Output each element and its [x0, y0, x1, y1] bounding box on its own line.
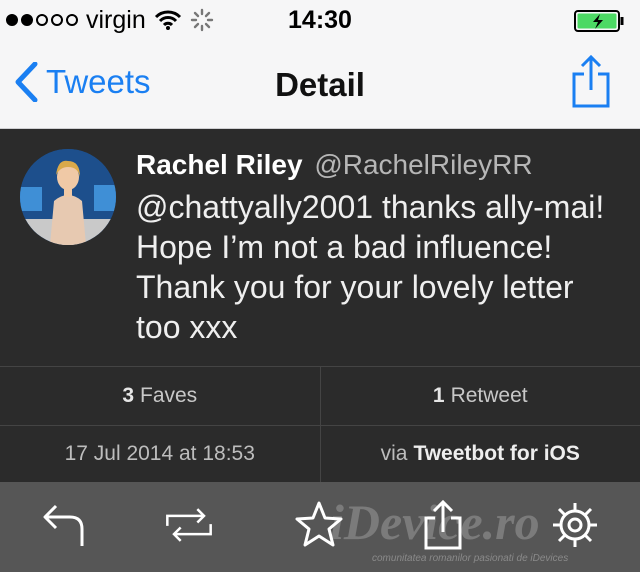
retweet-icon[interactable]: [164, 500, 214, 550]
tweet-text: @chattyally2001 thanks ally-mai! Hope I’…: [136, 189, 605, 345]
faves-label: Faves: [140, 384, 198, 407]
reply-icon[interactable]: [40, 500, 90, 550]
author-name[interactable]: Rachel Riley: [136, 149, 303, 180]
settings-gear-icon[interactable]: [550, 500, 600, 550]
favorite-star-icon[interactable]: [294, 500, 344, 550]
share-icon[interactable]: [570, 54, 612, 110]
status-bar: virgin 14:30: [0, 0, 640, 40]
tweet-detail: Rachel Riley @RachelRileyRR @chattyally2…: [0, 129, 640, 366]
retweets-count: 1: [432, 384, 445, 407]
faves-count-button[interactable]: 3 Faves: [0, 367, 320, 425]
retweets-count-button[interactable]: 1 Retweet: [319, 367, 640, 425]
via-label: via: [380, 441, 408, 465]
battery-charging-icon: [574, 10, 624, 32]
tweet-meta: 17 Jul 2014 at 18:53 via Tweetbot for iO…: [0, 425, 640, 482]
retweets-label: Retweet: [450, 384, 528, 407]
tweet-stats: 3 Faves 1 Retweet: [0, 366, 640, 426]
client-name: Tweetbot for iOS: [413, 441, 580, 465]
navigation-bar: Tweets Detail: [0, 40, 640, 129]
avatar[interactable]: [20, 149, 116, 245]
bottom-toolbar: [0, 482, 640, 572]
faves-count: 3: [122, 384, 134, 407]
tweet-source[interactable]: via Tweetbot for iOS: [319, 425, 640, 482]
clock: 14:30: [288, 6, 352, 34]
share-icon[interactable]: [418, 500, 468, 550]
page-title: Detail: [275, 66, 365, 103]
author-handle[interactable]: @RachelRileyRR: [314, 149, 532, 180]
tweet-timestamp: 17 Jul 2014 at 18:53: [64, 441, 255, 465]
tweet-header: Rachel Riley @RachelRileyRR: [136, 149, 533, 181]
